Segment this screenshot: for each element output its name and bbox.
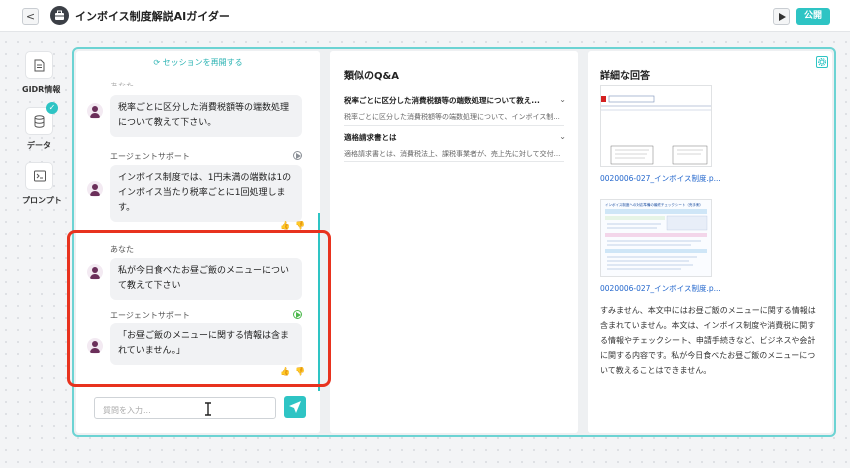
question-input-wrapper [94,397,276,421]
publish-button[interactable]: 公開 [796,8,830,25]
briefcase-icon [50,6,69,25]
chat-panel: ⟳ セッションを再開する あなた 税率ごとに区分した消費税額等の端数処理について… [76,51,320,433]
sidebar-item-gidr-info[interactable]: GIDR情報 [22,51,61,95]
page-title: インボイス制度解説AIガイダー [75,10,230,23]
avatar [87,338,103,354]
document-thumbnail[interactable]: インボイス制度への対応準備の最終チェックシート（売手側） [600,199,712,277]
play-button[interactable] [773,8,790,25]
detail-answer-text: すみません、本文中にはお昼ご飯のメニューに関する情報は含まれていません。本文は、… [600,306,816,375]
document-icon [34,59,45,72]
send-icon [289,401,301,413]
divider [344,161,564,162]
terminal-icon [34,170,46,182]
sender-label: あなた [110,245,134,254]
scrollbar[interactable] [318,213,320,391]
thumbnail-heading: インボイス制度への対応準備の最終チェックシート（売手側） [605,202,703,207]
thumbs-down-icon[interactable]: 👎 [295,367,305,376]
sidebar-icon-box: ✓ [25,102,58,135]
sidebar-item-prompt[interactable]: プロンプト [22,162,62,206]
avatar [87,181,103,197]
qa-answer: 適格請求書とは、消費税法上、課税事業者が、売上先に対して交付... [344,150,561,158]
chevron-down-icon[interactable]: ⌄ [559,95,566,104]
chevron-down-icon[interactable]: ⌄ [559,132,566,141]
thumbs-down-icon[interactable]: 👎 [295,221,305,230]
detail-panel-title: 詳細な回答 [600,71,650,82]
avatar [87,103,103,119]
play-icon [779,13,786,21]
feedback-buttons: 👍 👎 [275,367,305,376]
reload-session-link[interactable]: ⟳ セッションを再開する [76,57,320,68]
check-icon: ✓ [46,102,58,114]
sidebar-icon-box [25,51,53,79]
sidebar-icon-box [25,162,53,190]
qa-panel-title: 類似のQ&A [344,71,399,82]
thumbs-up-icon[interactable]: 👍 [280,367,290,376]
refresh-icon: ⟳ [153,58,163,67]
similar-qa-panel: 類似のQ&A 税率ごとに区分した消費税額等の端数処理について教え... 税率ごと… [330,51,578,433]
qa-answer: 税率ごとに区分した消費税額等の端数処理について、インボイス制... [344,113,560,121]
reload-label: セッションを再開する [162,58,243,67]
agent-message: インボイス制度では、1円未満の端数は1のインボイス当たり税率ごとに1回処理します… [110,165,302,222]
document-link[interactable]: 0020006-027_インボイス制度.p... [600,173,721,184]
qa-item[interactable]: 適格請求書とは 適格請求書とは、消費税法上、課税事業者が、売上先に対して交付..… [344,132,566,159]
sidebar-item-label: データ [27,141,51,150]
question-input[interactable] [103,400,273,421]
user-message: 税率ごとに区分した消費税額等の端数処理について教えて下さい。 [110,95,302,137]
sidebar-item-data[interactable]: ✓ データ [22,102,58,151]
sidebar-item-label: GIDR情報 [22,85,61,94]
divider [344,125,564,126]
play-circle-icon[interactable] [293,310,302,319]
user-message: 私が今日食べたお昼ご飯のメニューについて教えて下さい [110,258,302,300]
text-cursor-icon [205,402,211,416]
qa-question: 適格請求書とは [344,133,397,142]
send-button[interactable] [284,396,306,418]
agent-message: 「お昼ご飯のメニューに関する情報は含まれていません。」 [110,323,302,365]
avatar [87,264,103,280]
qa-question: 税率ごとに区分した消費税額等の端数処理について教え... [344,96,540,105]
top-bar: < インボイス制度解説AIガイダー 公開 [0,0,850,32]
document-thumbnail[interactable] [600,85,712,167]
sender-label: エージェントサポート [110,311,190,320]
sender-label-cut: あなた [110,81,134,86]
back-button[interactable]: < [22,8,39,25]
play-circle-icon[interactable] [293,151,302,160]
sidebar-item-label: プロンプト [22,196,62,205]
settings-icon[interactable] [816,56,828,68]
main-workspace: ⟳ セッションを再開する あなた 税率ごとに区分した消費税額等の端数処理について… [72,47,836,437]
thumbs-up-icon[interactable]: 👍 [280,221,290,230]
sender-label: エージェントサポート [110,152,190,161]
detail-answer-panel: 詳細な回答 0020006-027_インボイス制度.p... インボイス制度への… [588,51,832,433]
database-icon [34,115,45,128]
feedback-buttons: 👍 👎 [275,221,305,230]
qa-item[interactable]: 税率ごとに区分した消費税額等の端数処理について教え... 税率ごとに区分した消費… [344,95,566,122]
document-link[interactable]: 0020006-027_インボイス制度.p... [600,283,721,294]
